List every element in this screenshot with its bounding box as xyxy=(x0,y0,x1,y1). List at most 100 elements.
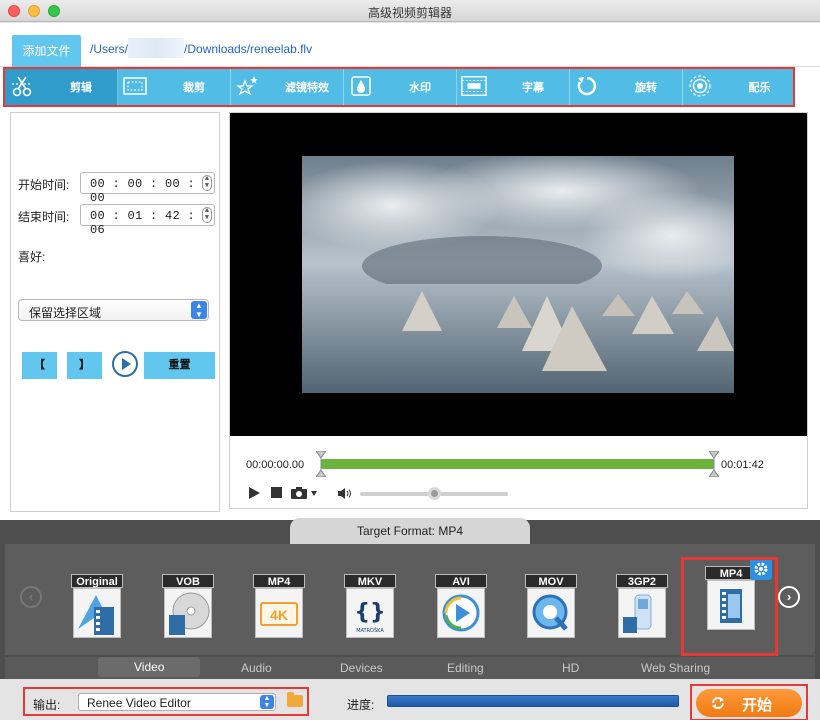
tool-label: 字幕 xyxy=(522,82,544,94)
chevron-right-icon[interactable]: › xyxy=(778,586,800,608)
rotate-icon xyxy=(574,73,600,99)
scissors-icon xyxy=(9,73,35,99)
file-path-suffix: /Downloads/reneelab.flv xyxy=(184,42,313,57)
format-avi[interactable]: AVI xyxy=(435,574,487,640)
preference-select[interactable]: 保留选择区域 ▲ ▼ xyxy=(18,299,209,321)
start-time-label: 开始时间: xyxy=(18,178,70,192)
volume-icon[interactable] xyxy=(338,488,352,502)
chevron-updown-icon: ▲ ▼ xyxy=(191,301,207,319)
crop-icon xyxy=(122,73,148,99)
start-highlight-frame: 开始 xyxy=(690,684,808,720)
tool-subtitle[interactable]: 字幕 xyxy=(457,68,570,105)
start-time-field[interactable]: 00 : 00 : 00 : 00 ▲ ▼ xyxy=(80,172,215,205)
file-row: 添加文件 /Users/ /Downloads/reneelab.flv xyxy=(0,23,820,67)
tab-hd[interactable]: HD xyxy=(562,661,579,675)
chevron-left-icon[interactable]: ‹ xyxy=(20,586,42,608)
stop-icon[interactable] xyxy=(271,487,282,501)
subtitle-icon xyxy=(461,73,487,99)
svg-text:{}: {} xyxy=(354,600,385,625)
chevron-updown-icon: ▲ ▼ xyxy=(260,695,274,709)
play-icon[interactable] xyxy=(248,487,260,502)
format-mov[interactable]: MOV xyxy=(525,574,577,640)
end-time-field[interactable]: 00 : 01 : 42 : 06 ▲ ▼ xyxy=(80,204,215,237)
snapshot-camera-icon[interactable] xyxy=(291,487,317,502)
tool-watermark[interactable]: 水印 xyxy=(344,68,457,105)
end-time-value: 00 : 01 : 42 : 06 xyxy=(90,209,196,237)
file-path-prefix: /Users/ xyxy=(90,42,129,57)
start-button[interactable]: 开始 xyxy=(696,689,802,717)
tab-web-sharing[interactable]: Web Sharing xyxy=(641,661,710,675)
reset-button[interactable]: 重置 xyxy=(144,352,215,379)
tool-trim[interactable]: 剪辑 xyxy=(5,68,118,105)
tool-filters[interactable]: 滤镜特效 xyxy=(231,68,344,105)
selected-format-frame xyxy=(681,557,778,656)
format-category-tabs: Video Audio Devices Editing HD Web Shari… xyxy=(5,657,815,679)
tool-rotate[interactable]: 旋转 xyxy=(570,68,683,105)
format-vob[interactable]: VOB xyxy=(162,574,214,640)
format-tag: Original xyxy=(71,574,123,588)
preference-value: 保留选择区域 xyxy=(29,306,102,320)
tool-music[interactable]: 配乐 xyxy=(683,68,796,105)
preference-label: 喜好: xyxy=(18,250,46,264)
progress-bar xyxy=(387,695,679,707)
timeline-track[interactable] xyxy=(321,459,714,469)
tab-devices[interactable]: Devices xyxy=(340,661,383,675)
redacted-username xyxy=(128,38,185,58)
end-time-stepper[interactable]: ▲ ▼ xyxy=(202,207,212,223)
title-bar: 高级视频剪辑器 xyxy=(0,0,820,22)
timeline-start-handle[interactable] xyxy=(315,450,327,478)
format-mp4-4k[interactable]: MP4 4K xyxy=(253,574,305,640)
tab-audio[interactable]: Audio xyxy=(241,661,272,675)
format-badge: MATROŠKA xyxy=(356,627,384,634)
tool-label: 旋转 xyxy=(635,82,657,94)
tool-crop[interactable]: 裁剪 xyxy=(118,68,231,105)
progress-label: 进度: xyxy=(347,698,375,712)
folder-icon[interactable] xyxy=(287,692,303,707)
output-folder-value: Renee Video Editor xyxy=(87,696,191,710)
tool-label: 配乐 xyxy=(748,82,771,94)
video-preview-panel: 00:00:00.00 00:01:42 xyxy=(229,112,808,509)
music-icon xyxy=(687,73,713,99)
format-tag: VOB xyxy=(162,574,214,588)
tab-editing[interactable]: Editing xyxy=(447,661,484,675)
timeline-end-handle[interactable] xyxy=(708,450,720,478)
edit-toolbar: 剪辑 裁剪 滤镜特效 水印 字幕 旋转 配乐 xyxy=(5,68,793,105)
output-highlight-frame: 输出: Renee Video Editor ▲ ▼ xyxy=(23,687,309,716)
add-file-button[interactable]: 添加文件 xyxy=(12,35,81,67)
mark-end-button[interactable]: 】 xyxy=(67,352,102,379)
convert-cycle-icon xyxy=(710,695,726,715)
tool-label: 剪辑 xyxy=(70,82,92,94)
output-label: 输出: xyxy=(33,698,61,712)
tab-video[interactable]: Video xyxy=(98,657,201,677)
file-path: /Users/ /Downloads/reneelab.flv xyxy=(90,38,313,58)
start-time-value: 00 : 00 : 00 : 00 xyxy=(90,177,196,205)
format-tag: MOV xyxy=(525,574,577,588)
format-badge: 4K xyxy=(270,607,288,623)
editor-main: 添加文件 /Users/ /Downloads/reneelab.flv 剪辑 裁… xyxy=(0,23,820,520)
trim-panel: 开始时间: 00 : 00 : 00 : 00 ▲ ▼ 结束时间: 00 : 01… xyxy=(10,112,220,512)
start-time-stepper[interactable]: ▲ ▼ xyxy=(202,175,212,191)
output-folder-select[interactable]: Renee Video Editor ▲ ▼ xyxy=(78,693,276,711)
start-label: 开始 xyxy=(742,697,773,714)
output-bar: 输出: Renee Video Editor ▲ ▼ 进度: 开始 xyxy=(0,679,820,720)
tool-label: 滤镜特效 xyxy=(285,82,329,94)
video-canvas xyxy=(230,113,807,436)
current-time: 00:00:00.00 xyxy=(246,459,305,471)
mark-start-button[interactable]: 【 xyxy=(22,352,57,379)
format-mkv[interactable]: MKV {} MATROŠKA xyxy=(344,574,396,640)
preview-play-button[interactable] xyxy=(112,351,138,377)
watermark-drop-icon xyxy=(348,73,374,99)
format-original[interactable]: Original xyxy=(71,574,123,640)
video-frame xyxy=(302,156,734,393)
tool-label: 水印 xyxy=(409,82,431,94)
format-tag: MKV xyxy=(344,574,396,588)
format-tag: AVI xyxy=(435,574,487,588)
target-format-header: Target Format: MP4 xyxy=(290,518,530,544)
volume-knob[interactable] xyxy=(428,487,441,500)
end-time-display: 00:01:42 xyxy=(721,459,764,471)
window-title: 高级视频剪辑器 xyxy=(367,6,452,20)
format-3gp2[interactable]: 3GP2 xyxy=(616,574,668,640)
tool-label: 裁剪 xyxy=(183,82,205,94)
magic-stars-icon xyxy=(235,73,261,99)
format-tag: MP4 xyxy=(253,574,305,588)
